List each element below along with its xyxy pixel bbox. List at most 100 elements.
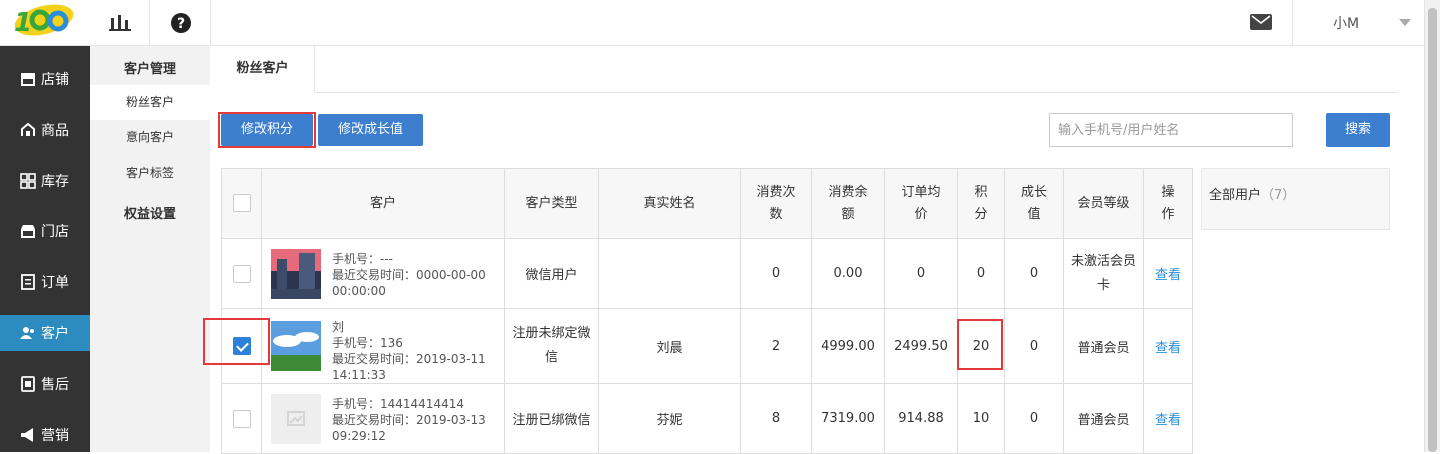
- search-button[interactable]: 搜索: [1326, 113, 1390, 147]
- sidebar-item-aftersale[interactable]: 售后: [0, 366, 90, 402]
- amount-cell: 7319.00: [811, 383, 885, 454]
- sidebar-item-shop[interactable]: 门店: [0, 213, 90, 249]
- sidebar-item-label: 门店: [41, 224, 69, 240]
- customer-phone: 手机号：---: [332, 252, 393, 266]
- avatar: [271, 321, 321, 371]
- col-avg-l2: 价: [914, 206, 928, 222]
- customer-phone: 手机号：136: [332, 336, 403, 350]
- svg-text:1: 1: [14, 8, 32, 38]
- customer-cell: 手机号：--- 最近交易时间：0000-00-00 00:00:00: [261, 238, 505, 309]
- points-cell: 10: [957, 383, 1005, 454]
- level-line2: 卡: [1096, 277, 1110, 293]
- svg-text:?: ?: [176, 16, 184, 32]
- customer-icon: [20, 327, 34, 339]
- op-cell: 查看: [1143, 308, 1193, 384]
- main-sidebar: 店铺 商品 库存 门店 订单 客户 售后 营销: [0, 46, 90, 452]
- row-select-cell[interactable]: [221, 383, 262, 454]
- sidebar-item-label: 商品: [41, 123, 69, 139]
- op-cell: 查看: [1143, 383, 1193, 454]
- subnav-item-intended[interactable]: 意向客户: [90, 120, 210, 155]
- user-group-panel[interactable]: 全部用户（7）: [1201, 168, 1390, 230]
- top-bar: 1 ? 小M: [0, 0, 1424, 46]
- tab-bar: 粉丝客户: [211, 46, 1398, 93]
- user-menu[interactable]: 小M: [1292, 0, 1424, 46]
- col-op-l2: 作: [1161, 206, 1175, 222]
- col-op: 操作: [1143, 168, 1193, 239]
- subnav-item-tags[interactable]: 客户标签: [90, 156, 210, 191]
- real-name-cell: [598, 238, 741, 309]
- page-scrollbar[interactable]: [1424, 0, 1440, 452]
- col-points-l2: 分: [974, 206, 988, 222]
- customer-phone: 手机号：14414414414: [332, 397, 464, 411]
- row-select-cell[interactable]: [221, 238, 262, 309]
- tab-fans-customers[interactable]: 粉丝客户: [211, 46, 315, 93]
- table-row: 手机号：--- 最近交易时间：0000-00-00 00:00:00 微信用户 …: [221, 238, 1193, 309]
- customer-name: 刘: [332, 320, 345, 334]
- avg-cell: 914.88: [884, 383, 958, 454]
- type-line1: 注册未绑定微: [512, 326, 591, 341]
- subnav-group-customer-management: 客户管理: [123, 62, 176, 77]
- all-users-count: （7）: [1261, 188, 1296, 203]
- customer-last-trade: 最近交易时间：2019-03-13: [332, 413, 486, 427]
- count-cell: 0: [740, 238, 812, 309]
- edit-growth-button[interactable]: 修改成长值: [318, 114, 423, 146]
- row-checkbox[interactable]: [232, 409, 251, 428]
- highlight-box: [218, 112, 316, 148]
- scrollbar-thumb[interactable]: [1428, 8, 1437, 452]
- inventory-icon: [20, 173, 36, 189]
- type-cell: 注册已绑微信: [504, 383, 599, 454]
- col-amount-l2: 额: [841, 206, 855, 222]
- sidebar-item-label: 营销: [41, 428, 69, 444]
- avatar: [271, 249, 321, 299]
- type-line2: 信: [544, 350, 558, 365]
- growth-cell: 0: [1004, 238, 1064, 309]
- customer-cell: 手机号：14414414414 最近交易时间：2019-03-13 09:29:…: [261, 383, 505, 454]
- all-users-label[interactable]: 全部用户（7）: [1209, 184, 1295, 203]
- help-icon-button[interactable]: ?: [151, 0, 211, 46]
- col-count-l2: 数: [769, 206, 783, 222]
- col-amount-l1: 消费余: [828, 184, 868, 200]
- logo[interactable]: 1: [0, 0, 90, 46]
- aftersale-icon: [21, 376, 35, 392]
- search-input[interactable]: [1049, 113, 1293, 147]
- subnav-group-benefits[interactable]: 权益设置: [90, 203, 210, 222]
- points-cell: 0: [957, 238, 1005, 309]
- real-name-cell: 刘晨: [598, 308, 741, 384]
- col-points: 积分: [957, 168, 1005, 239]
- col-growth-l2: 值: [1027, 206, 1041, 222]
- sidebar-item-store[interactable]: 店铺: [0, 61, 90, 97]
- megaphone-icon: [21, 428, 33, 442]
- subnav-item-fans[interactable]: 粉丝客户: [90, 85, 210, 120]
- col-level: 会员等级: [1063, 168, 1144, 239]
- sidebar-item-customer[interactable]: 客户: [0, 315, 90, 351]
- sidebar-item-label: 库存: [41, 174, 69, 190]
- highlight-box: [957, 319, 1003, 370]
- sidebar-item-marketing[interactable]: 营销: [0, 417, 90, 453]
- customer-last-trade: 最近交易时间：2019-03-11: [332, 352, 486, 366]
- col-growth: 成长值: [1004, 168, 1064, 239]
- view-link[interactable]: 查看: [1155, 341, 1181, 356]
- level-cell: 普通会员: [1063, 383, 1144, 454]
- table-row: 刘 手机号：136 最近交易时间：2019-03-11 14:11:33 注册未…: [221, 308, 1193, 384]
- op-cell: 查看: [1143, 238, 1193, 309]
- table-row: 手机号：14414414414 最近交易时间：2019-03-13 09:29:…: [221, 383, 1193, 454]
- view-link[interactable]: 查看: [1155, 268, 1181, 283]
- sidebar-item-goods[interactable]: 商品: [0, 112, 90, 148]
- customer-last-trade-time: 09:29:12: [332, 429, 386, 443]
- sidebar-item-label: 订单: [41, 275, 69, 291]
- sidebar-item-order[interactable]: 订单: [0, 264, 90, 300]
- growth-cell: 0: [1004, 383, 1064, 454]
- row-checkbox[interactable]: [232, 264, 251, 283]
- mail-icon[interactable]: [1250, 14, 1272, 34]
- select-all-checkbox[interactable]: [232, 194, 251, 212]
- order-icon: [21, 274, 35, 290]
- col-amount: 消费余额: [811, 168, 885, 239]
- all-users-text: 全部用户: [1209, 188, 1262, 203]
- type-cell: 微信用户: [504, 238, 599, 309]
- select-all-cell[interactable]: [221, 168, 262, 239]
- amount-cell: 0.00: [811, 238, 885, 309]
- bar-chart-icon: [108, 15, 131, 31]
- sidebar-item-inventory[interactable]: 库存: [0, 163, 90, 199]
- view-link[interactable]: 查看: [1155, 413, 1181, 428]
- stats-icon-button[interactable]: [90, 0, 150, 46]
